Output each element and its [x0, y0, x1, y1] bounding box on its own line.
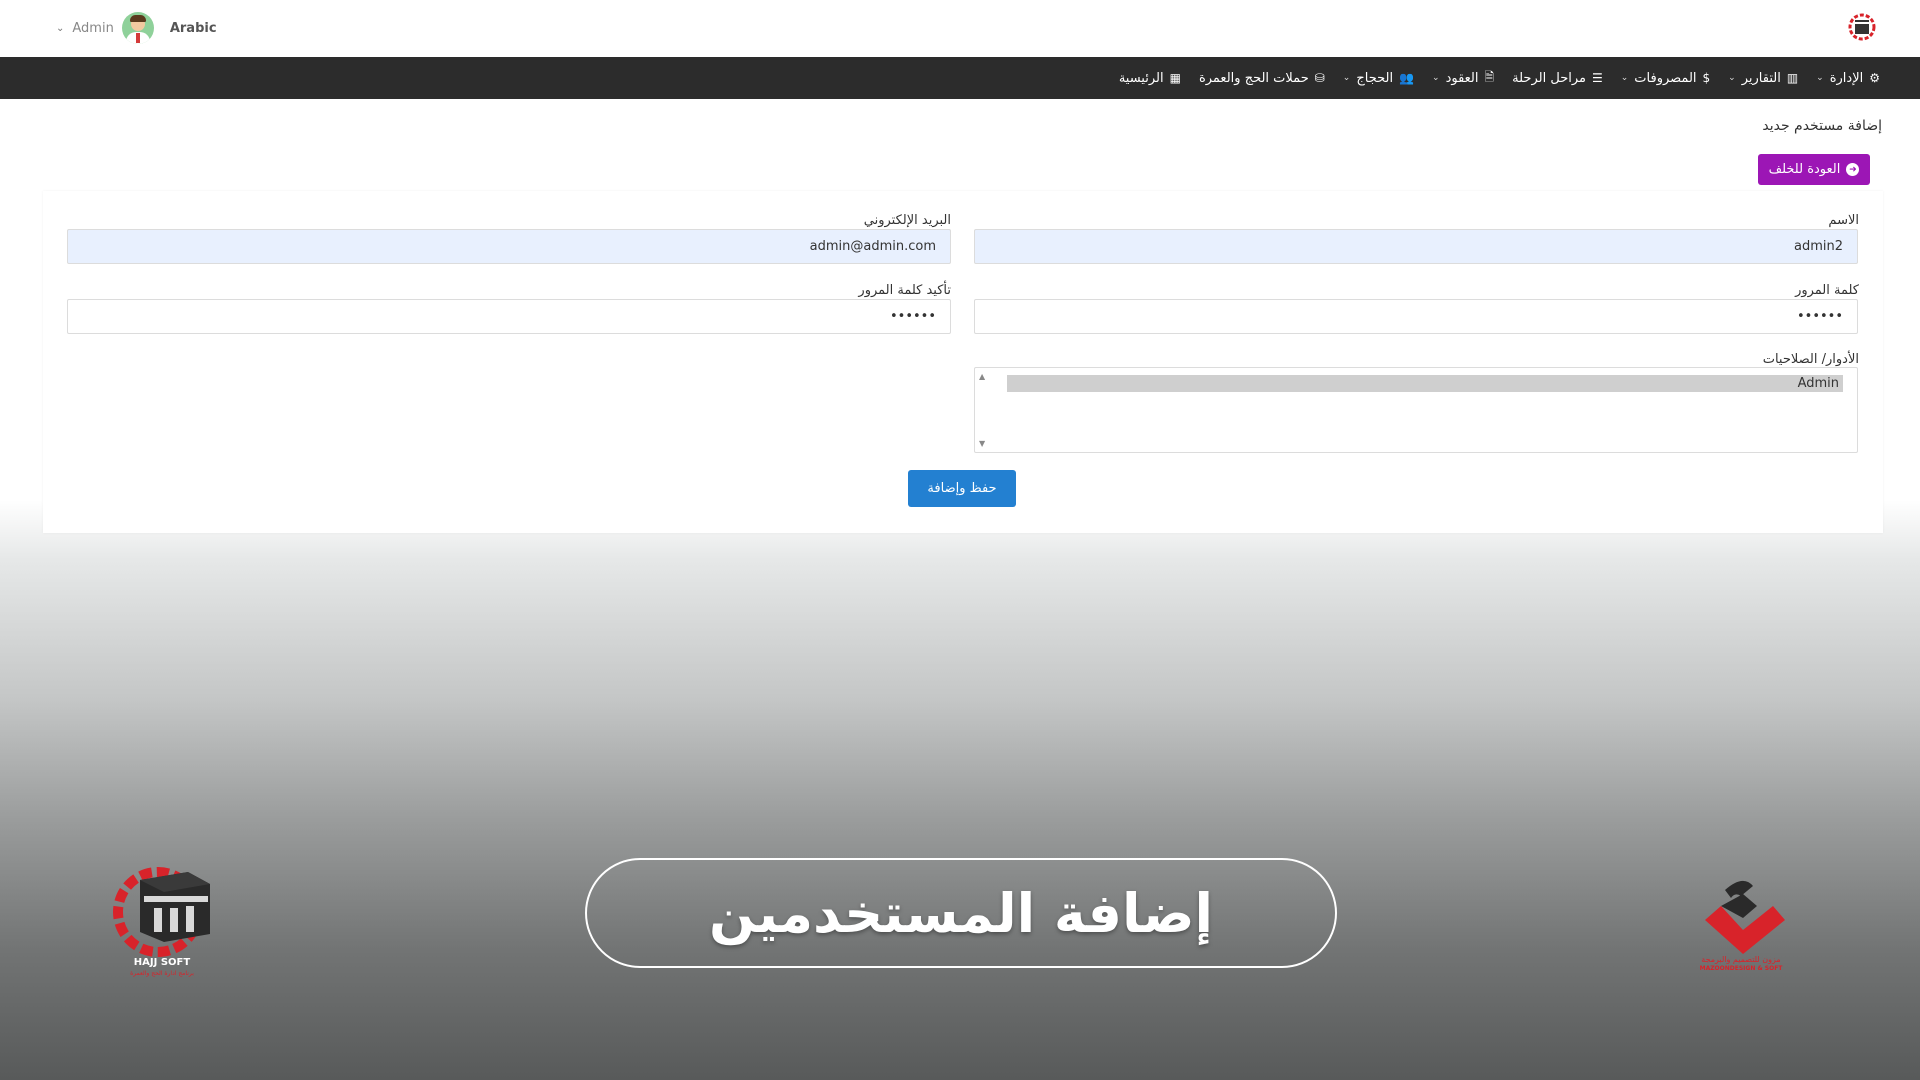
hajj-soft-logo-icon[interactable] [1846, 10, 1878, 46]
language-switch[interactable]: Arabic [170, 21, 217, 36]
mazoon-caption-en: MAZOONDESIGN & SOFT [1700, 965, 1784, 972]
kaaba-icon: ⛁ [1314, 71, 1325, 85]
nav-item-label: حملات الحج والعمرة [1198, 70, 1309, 86]
dashboard-icon: ▦ [1169, 71, 1181, 85]
chevron-down-icon: ⌄ [1728, 73, 1736, 83]
password-value: •••••• [1796, 309, 1843, 324]
hajj-soft-logo: HAJJ SOFT برنامج ادارة الحج والعمرة [110, 862, 214, 978]
nav-item-8[interactable]: ⚙ الإدارة ⌄ [1816, 71, 1880, 86]
roles-scrollbar[interactable]: ▲ ▼ [975, 368, 991, 452]
nav-item-label: الحجاج [1356, 70, 1394, 86]
banner-text: إضافة المستخدمين [708, 881, 1214, 945]
nav-item-label: المصروفات [1634, 70, 1697, 86]
role-option-admin[interactable]: Admin [1007, 375, 1843, 392]
name-value: admin2 [1793, 239, 1843, 254]
email-input[interactable]: admin@admin.com [67, 229, 951, 264]
scroll-down-icon[interactable]: ▼ [979, 439, 985, 448]
file-icon: 🗎 [1484, 69, 1495, 84]
roles-label: الأدوار/ الصلاحيات [1762, 352, 1859, 367]
email-label: البريد الإلكتروني [863, 213, 951, 228]
title-banner: إضافة المستخدمين [585, 858, 1337, 968]
name-label: الاسم [1828, 213, 1859, 228]
mazoon-logo-icon: مزون للتصميم والبرمجة MAZOONDESIGN & SOF… [1700, 880, 1785, 972]
chevron-down-icon: ⌄ [1620, 73, 1629, 83]
hajj-soft-logo-icon: HAJJ SOFT برنامج ادارة الحج والعمرة [113, 867, 210, 977]
hajj-soft-subcaption: برنامج ادارة الحج والعمرة [130, 970, 194, 977]
back-button[interactable]: ➜ العودة للخلف [1758, 154, 1870, 185]
nav-item-1[interactable]: ▦ الرئيسية [1119, 71, 1181, 86]
mazoon-caption-ar: مزون للتصميم والبرمجة [1701, 955, 1780, 964]
password-label: كلمة المرور [1795, 283, 1859, 298]
chart-icon: ▥ [1786, 71, 1799, 85]
roles-multiselect[interactable]: ▲ ▼ Admin [974, 367, 1858, 453]
list-icon: ☰ [1591, 71, 1603, 85]
confirm-password-input[interactable]: •••••• [67, 299, 951, 334]
user-name[interactable]: Admin [72, 21, 113, 36]
email-value: admin@admin.com [809, 239, 936, 254]
page-title: إضافة مستخدم جديد [1762, 118, 1882, 134]
add-user-form: الاسم admin2 البريد الإلكتروني admin@adm… [43, 191, 1883, 533]
back-button-label: العودة للخلف [1768, 162, 1841, 177]
dollar-icon: $ [1702, 71, 1711, 85]
password-input[interactable]: •••••• [974, 299, 1858, 334]
nav-item-label: الإدارة [1829, 70, 1864, 86]
nav-item-label: الرئيسية [1118, 70, 1164, 86]
main-navbar: ▦ الرئيسية ⛁ حملات الحج والعمرة 👥 الحجاج ⌄ 🗎 الع… [0, 57, 1920, 99]
nav-item-label: مراحل الرحلة [1512, 70, 1586, 86]
confirm-password-value: •••••• [889, 309, 936, 324]
hajj-soft-caption: HAJJ SOFT [134, 957, 191, 968]
confirm-password-label: تأكيد كلمة المرور [858, 283, 951, 298]
save-and-add-button[interactable]: حفظ وإضافة [908, 470, 1016, 507]
mazoon-logo: مزون للتصميم والبرمجة MAZOONDESIGN & SOF… [1695, 872, 1791, 972]
gear-icon: ⚙ [1869, 71, 1880, 85]
chevron-down-icon: ⌄ [1816, 73, 1824, 83]
nav-item-label: العقود [1445, 70, 1479, 86]
top-bar: ⌄ Admin Arabic [0, 0, 1920, 58]
nav-item-7[interactable]: ▥ التقارير ⌄ [1728, 71, 1798, 86]
chevron-down-icon: ⌄ [1432, 73, 1440, 83]
chevron-down-icon: ⌄ [1342, 73, 1351, 83]
users-icon: 👥 [1399, 71, 1415, 85]
nav-item-label: التقارير [1741, 70, 1781, 86]
nav-item-4[interactable]: 🗎 العقود ⌄ [1432, 68, 1494, 89]
nav-item-2[interactable]: ⛁ حملات الحج والعمرة [1199, 71, 1325, 86]
scroll-up-icon[interactable]: ▲ [979, 372, 985, 381]
nav-items: ▦ الرئيسية ⛁ حملات الحج والعمرة 👥 الحجاج ⌄ 🗎 الع… [1119, 57, 1880, 99]
nav-item-6[interactable]: $ المصروفات ⌄ [1621, 71, 1710, 86]
arrow-circle-left-icon: ➜ [1846, 163, 1860, 176]
name-input[interactable]: admin2 [974, 229, 1858, 264]
nav-item-5[interactable]: ☰ مراحل الرحلة [1512, 71, 1603, 86]
user-menu[interactable]: ⌄ Admin Arabic [56, 12, 217, 44]
chevron-down-icon[interactable]: ⌄ [56, 23, 64, 34]
avatar[interactable] [121, 12, 154, 44]
nav-item-3[interactable]: 👥 الحجاج ⌄ [1343, 71, 1414, 86]
